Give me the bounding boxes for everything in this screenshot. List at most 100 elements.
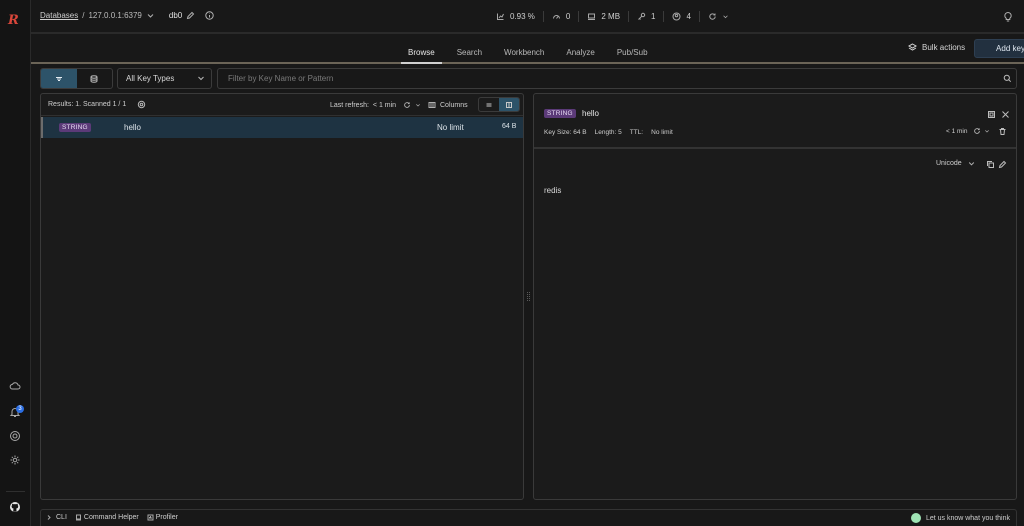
bottom-tools: CLI Command Helper Profiler (47, 514, 178, 521)
split-icon (506, 101, 512, 108)
key-length-meta: Length: 5 (594, 129, 622, 136)
chevron-down-icon (198, 76, 204, 81)
columns-label: Columns (440, 101, 468, 109)
profiler-icon (147, 514, 154, 521)
left-sidebar: R 3 (0, 0, 31, 526)
cli-button[interactable]: CLI (47, 514, 67, 521)
panel-resize-handle[interactable] (527, 292, 530, 301)
key-row[interactable]: STRING hello No limit 64 B (41, 117, 523, 138)
profiler-label: Profiler (155, 514, 178, 521)
command-helper-label: Command Helper (83, 514, 139, 521)
key-size-meta: Key Size: 64 B (544, 129, 587, 136)
feedback-link[interactable]: Let us know what you think (910, 513, 1010, 523)
close-icon[interactable] (1001, 110, 1010, 119)
key-detail-header: STRING hello Key Size: 64 B Length: 5 TT… (534, 94, 1016, 149)
redis-logo[interactable]: R (8, 14, 22, 28)
key-value[interactable]: redis (544, 186, 561, 195)
edit-value-icon[interactable] (998, 160, 1007, 169)
help-icon[interactable] (9, 430, 21, 442)
stat-memory-value: 2 MB (601, 12, 621, 21)
main-tabs: Browse Search Workbench Analyze Pub/Sub (397, 36, 659, 64)
key-type-value: All Key Types (126, 74, 175, 83)
detail-refresh[interactable]: < 1 min (946, 127, 990, 135)
last-refresh: Last refresh: < 1 min (330, 101, 421, 109)
tab-search[interactable]: Search (446, 36, 493, 64)
rail-divider (6, 491, 25, 492)
panel-layout-toggle (478, 97, 520, 112)
layers-icon (908, 43, 917, 51)
last-refresh-label: Last refresh: (330, 101, 369, 109)
key-type-select[interactable]: All Key Types (117, 68, 212, 89)
tab-workbench[interactable]: Workbench (493, 36, 555, 64)
databases-link[interactable]: Databases (40, 11, 78, 20)
copy-icon[interactable] (986, 160, 995, 169)
keys-icon (638, 12, 646, 20)
split-view-button[interactable] (499, 98, 519, 111)
command-helper-button[interactable]: Command Helper (75, 514, 139, 521)
bulk-actions-button[interactable]: Bulk actions (908, 43, 965, 52)
chevron-down-icon (416, 104, 420, 107)
key-meta: Key Size: 64 B Length: 5 TTL: No limit (544, 129, 673, 136)
chevron-down-icon[interactable] (146, 11, 155, 20)
tab-pubsub[interactable]: Pub/Sub (606, 36, 659, 64)
rows-icon (486, 103, 492, 106)
stat-memory: 2 MB (579, 11, 630, 22)
stat-ops-value: 0 (565, 12, 571, 21)
stat-ops: 0 (544, 11, 580, 22)
key-size: 64 B (502, 123, 517, 130)
detail-type-badge: STRING (544, 109, 576, 118)
db-name: db0 (168, 11, 183, 20)
database-tree-icon (90, 74, 98, 83)
refresh-icon (709, 13, 716, 20)
scan-settings-icon[interactable] (137, 100, 146, 109)
refresh-icon (404, 102, 410, 108)
detail-key-name[interactable]: hello (582, 109, 599, 118)
key-filter-box (217, 68, 1017, 89)
key-type-badge: STRING (59, 123, 91, 132)
info-icon[interactable] (205, 11, 214, 20)
columns-icon (428, 102, 436, 108)
add-key-button[interactable]: Add key (974, 39, 1024, 58)
cpu-icon (497, 13, 504, 20)
insights-bulb-icon[interactable] (1002, 10, 1014, 22)
filter-row: All Key Types (40, 68, 1017, 89)
fullscreen-icon[interactable] (987, 110, 996, 119)
columns-button[interactable]: Columns (428, 101, 468, 109)
stat-keys: 1 (629, 11, 665, 22)
tabs-band: Browse Search Workbench Analyze Pub/Sub … (31, 36, 1024, 64)
format-select[interactable]: Unicode (936, 160, 975, 167)
tab-analyze[interactable]: Analyze (555, 36, 605, 64)
tab-browse[interactable]: Browse (397, 36, 446, 64)
key-list-panel: Results: 1. Scanned 1 / 1 Last refresh: … (40, 93, 524, 500)
notification-badge: 3 (16, 405, 24, 413)
ops-icon (552, 15, 560, 19)
scan-results: Results: 1. Scanned 1 / 1 (48, 101, 127, 108)
chevron-down-icon (984, 130, 989, 133)
settings-icon[interactable] (9, 454, 21, 466)
last-refresh-value: < 1 min (372, 101, 397, 109)
chevron-down-icon (968, 162, 974, 166)
list-view-button[interactable] (41, 69, 77, 88)
profiler-button[interactable]: Profiler (147, 514, 178, 521)
stat-keys-value: 1 (651, 12, 656, 21)
auto-refresh-toggle[interactable] (700, 11, 737, 22)
breadcrumb-separator: / (82, 11, 85, 20)
host-selector[interactable]: 127.0.0.1:6379 (88, 11, 141, 20)
search-icon (1003, 74, 1012, 83)
db-stats: 0.93 % 0 2 MB 1 4 (488, 11, 737, 22)
top-bar: Databases / 127.0.0.1:6379 db0 0.93 % 0 … (31, 0, 1024, 34)
stat-clients-value: 4 (686, 12, 691, 21)
delete-icon[interactable] (998, 127, 1007, 136)
key-name: hello (124, 123, 141, 132)
key-filter-input[interactable] (228, 69, 938, 88)
bulk-actions-label: Bulk actions (922, 43, 966, 52)
edit-icon[interactable] (186, 11, 195, 20)
feedback-label: Let us know what you think (925, 514, 1010, 522)
clients-icon (672, 12, 681, 21)
key-ttl-value[interactable]: No limit (651, 129, 673, 136)
cloud-icon[interactable] (9, 380, 21, 392)
tree-view-button[interactable] (77, 69, 113, 88)
refresh-icon (973, 128, 980, 134)
github-icon[interactable] (9, 501, 21, 513)
full-list-button[interactable] (479, 98, 499, 111)
